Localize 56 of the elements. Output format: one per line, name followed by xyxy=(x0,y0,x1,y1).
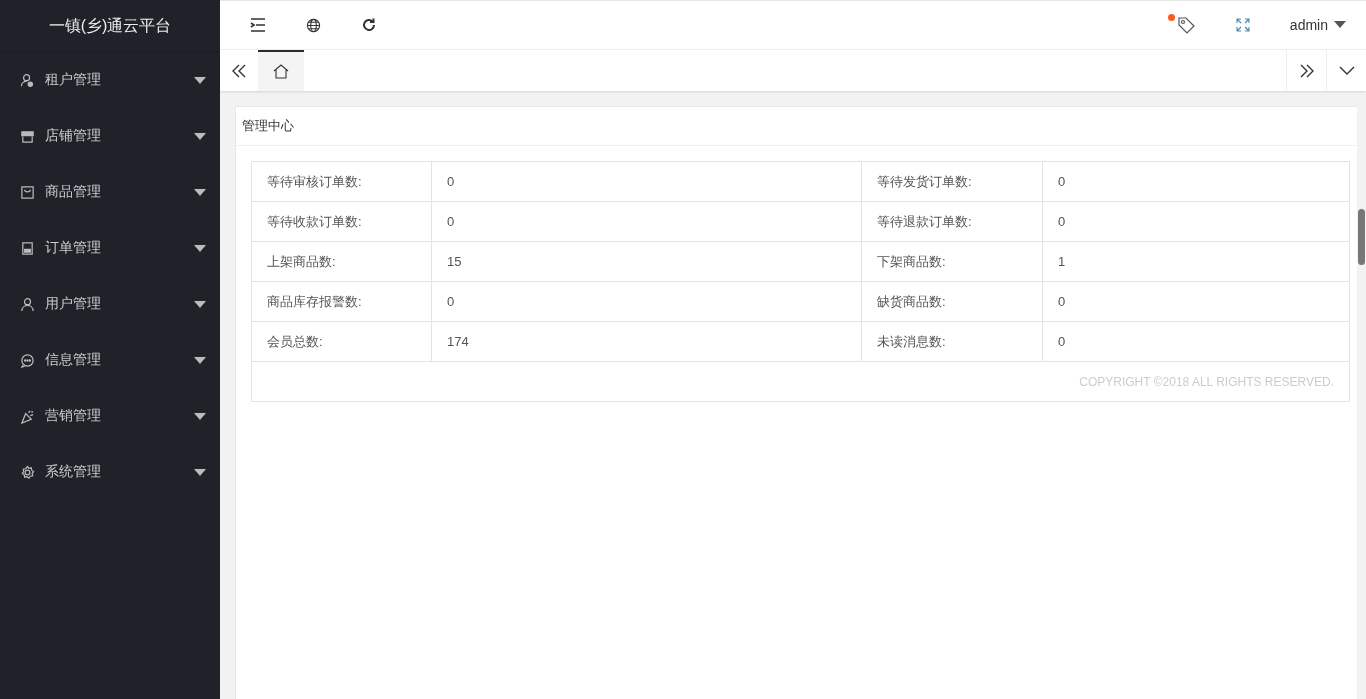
sidebar-item[interactable]: 商品管理 xyxy=(0,164,220,220)
tenant-icon xyxy=(20,72,35,88)
sidebar-item[interactable]: 用户管理 xyxy=(0,276,220,332)
fullscreen-icon[interactable] xyxy=(1235,18,1250,32)
caret-icon xyxy=(194,412,206,420)
stat-label: 下架商品数: xyxy=(877,253,946,269)
stat-label: 等待发货订单数: xyxy=(877,173,972,189)
document-icon xyxy=(20,240,35,256)
app-title: 一镇(乡)通云平台 xyxy=(0,0,220,52)
party-popper-icon xyxy=(20,408,35,424)
caret-icon xyxy=(194,188,206,196)
home-icon xyxy=(273,64,289,79)
stat-label: 商品库存报警数: xyxy=(267,293,362,309)
stat-value: 174 xyxy=(447,334,469,349)
user-icon xyxy=(20,296,35,312)
stat-value: 0 xyxy=(447,214,455,229)
stat-label: 等待收款订单数: xyxy=(267,213,362,229)
chat-icon xyxy=(20,352,35,368)
stat-value: 0 xyxy=(1058,174,1066,189)
stat-label: 等待退款订单数: xyxy=(877,213,972,229)
home-tab[interactable] xyxy=(258,50,304,91)
stat-label: 缺货商品数: xyxy=(877,293,946,309)
tag-icon[interactable] xyxy=(1175,15,1196,35)
panel-title: 管理中心 xyxy=(242,117,294,135)
stat-label: 上架商品数: xyxy=(267,253,336,269)
sidebar-item[interactable]: 订单管理 xyxy=(0,220,220,276)
sidebar-item[interactable]: 系统管理 xyxy=(0,444,220,500)
stat-value: 0 xyxy=(1058,334,1066,349)
caret-icon xyxy=(194,132,206,140)
stat-value: 0 xyxy=(1058,214,1066,229)
sidebar-item[interactable]: 营销管理 xyxy=(0,388,220,444)
stat-value: 0 xyxy=(1058,294,1066,309)
caret-icon xyxy=(194,76,206,84)
settings-icon xyxy=(20,464,35,480)
caret-icon xyxy=(194,356,206,364)
store-icon xyxy=(20,128,35,144)
user-menu[interactable]: admin xyxy=(1289,17,1346,33)
caret-icon xyxy=(194,468,206,476)
caret-icon xyxy=(194,244,206,252)
caret-icon xyxy=(194,300,206,308)
stat-label: 会员总数: xyxy=(267,333,323,349)
stat-value: 0 xyxy=(447,294,455,309)
stat-value: 0 xyxy=(447,174,455,189)
stat-label: 未读消息数: xyxy=(877,333,946,349)
refresh-icon[interactable] xyxy=(361,17,377,33)
scrollbar-thumb[interactable] xyxy=(1358,209,1365,265)
stat-label: 等待审核订单数: xyxy=(267,173,362,189)
bag-icon xyxy=(20,184,35,200)
sidebar-item[interactable]: 租户管理 xyxy=(0,52,220,108)
globe-icon[interactable] xyxy=(306,17,321,33)
sidebar-item[interactable]: 店铺管理 xyxy=(0,108,220,164)
sidebar-item[interactable]: 信息管理 xyxy=(0,332,220,388)
stat-value: 1 xyxy=(1058,254,1066,269)
stat-value: 15 xyxy=(447,254,462,269)
menu-icon[interactable] xyxy=(250,18,266,32)
caret-icon xyxy=(1334,21,1346,29)
